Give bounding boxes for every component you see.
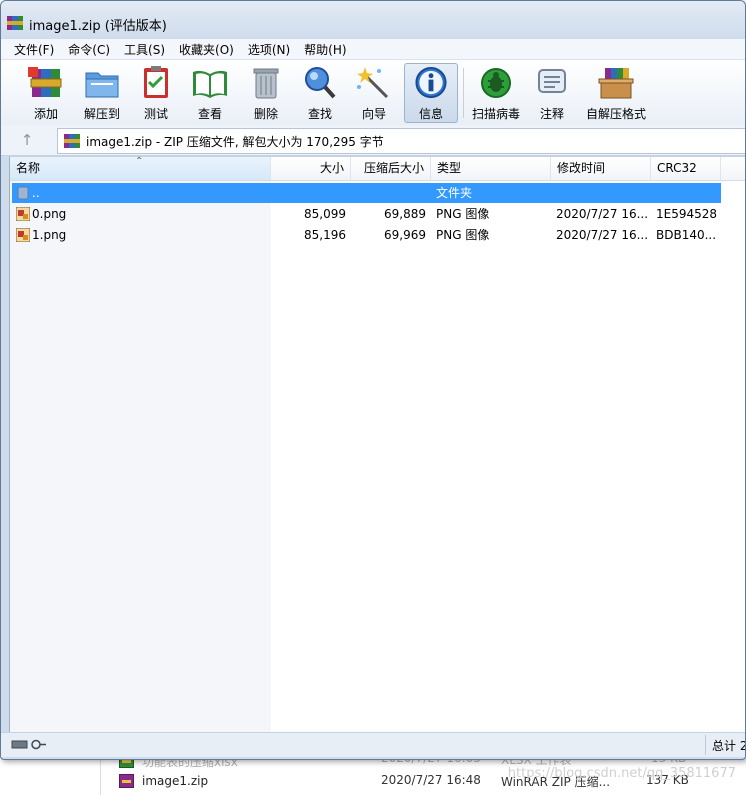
column-header-modified[interactable]: 修改时间 — [551, 157, 651, 180]
status-total: 总计 2 — [712, 739, 746, 753]
sfx-button-label: 自解压格式 — [585, 107, 646, 121]
watermark: https://blog.csdn.net/qq_35811677 — [507, 766, 736, 781]
cell-packed: 69,889 — [384, 207, 426, 221]
column-header-crc[interactable]: CRC32 — [651, 157, 721, 180]
info-icon — [415, 66, 447, 99]
column-header-type[interactable]: 类型 — [431, 157, 551, 180]
cell-size: 85,099 — [304, 207, 346, 221]
cell-type: PNG 图像 — [436, 207, 490, 221]
comment-button[interactable]: 注释 — [531, 63, 573, 123]
cell-modified: 2020/7/27 16... — [556, 207, 649, 221]
find-button[interactable]: 查找 — [299, 63, 341, 123]
menu-commands[interactable]: 命令(C) — [61, 41, 117, 58]
cell-crc: 1E594528 — [656, 207, 718, 221]
open-book-icon — [193, 70, 227, 98]
column-header-packed[interactable]: 压缩后大小 — [351, 157, 431, 180]
drive-key-icon[interactable] — [11, 738, 47, 751]
menu-help[interactable]: 帮助(H) — [297, 41, 353, 58]
menu-bar: 文件(F) 命令(C) 工具(S) 收藏夹(O) 选项(N) 帮助(H) — [1, 39, 745, 59]
list-header: ⌃ 名称 大小 压缩后大小 类型 修改时间 CRC32 — [10, 156, 745, 181]
column-header-size[interactable]: 大小 — [271, 157, 351, 180]
add-button-label: 添加 — [33, 107, 58, 121]
parent-folder-icon — [17, 186, 29, 200]
comment-button-label: 注释 — [539, 107, 564, 121]
cell-modified: 2020/7/27 16... — [556, 228, 649, 242]
column-header-name[interactable]: ⌃ 名称 — [10, 156, 271, 180]
magic-wand-icon — [357, 67, 389, 99]
winrar-app-icon — [7, 16, 23, 30]
sort-ascending-icon: ⌃ — [135, 156, 144, 167]
table-row[interactable]: .. 文件夹 — [12, 183, 721, 203]
extract-to-button[interactable]: 解压到 — [79, 63, 125, 123]
cell-type: 文件夹 — [436, 186, 473, 200]
address-text: image1.zip - ZIP 压缩文件, 解包大小为 170,295 字节 — [86, 134, 384, 149]
winrar-archive-icon — [119, 774, 134, 788]
table-row[interactable]: 1.png 85,196 69,969 PNG 图像 2020/7/27 16.… — [12, 225, 721, 245]
background-file-name: image1.zip — [142, 774, 209, 788]
info-button[interactable]: 信息 — [404, 63, 458, 123]
view-button[interactable]: 查看 — [187, 63, 233, 123]
background-file-date: 2020/7/27 16:48 — [381, 773, 481, 787]
menu-options[interactable]: 选项(N) — [241, 41, 297, 58]
delete-button[interactable]: 删除 — [245, 63, 287, 123]
table-row[interactable]: 0.png 85,099 69,889 PNG 图像 2020/7/27 16.… — [12, 204, 721, 224]
address-bar: ↑ image1.zip - ZIP 压缩文件, 解包大小为 170,295 字… — [1, 125, 745, 156]
address-field[interactable]: image1.zip - ZIP 压缩文件, 解包大小为 170,295 字节 — [57, 128, 745, 154]
name-column-background — [10, 180, 271, 732]
extract-to-button-label: 解压到 — [83, 107, 120, 121]
menu-favorites[interactable]: 收藏夹(O) — [172, 41, 241, 58]
window-title: image1.zip (评估版本) — [29, 19, 167, 34]
cell-size: 85,196 — [304, 228, 346, 242]
cell-name: .. — [32, 186, 40, 200]
sfx-button[interactable]: 自解压格式 — [583, 63, 649, 123]
wizard-button-label: 向导 — [361, 107, 386, 121]
file-list[interactable]: ⌃ 名称 大小 压缩后大小 类型 修改时间 CRC32 .. 文件夹 0.png — [9, 156, 745, 732]
cell-name: 1.png — [32, 228, 67, 242]
background-file-row[interactable]: image1.zip — [119, 771, 208, 791]
virus-scan-button-label: 扫描病毒 — [471, 107, 520, 121]
info-button-label: 信息 — [418, 107, 443, 121]
toolbar-separator — [463, 68, 464, 118]
winrar-books-icon — [28, 67, 62, 97]
sfx-box-icon — [598, 68, 634, 99]
cell-name: 0.png — [32, 207, 67, 221]
column-header-name-label: 名称 — [16, 161, 41, 175]
menu-file[interactable]: 文件(F) — [7, 41, 61, 58]
magnifier-icon — [305, 67, 336, 99]
test-button-label: 测试 — [143, 107, 168, 121]
status-divider — [705, 735, 706, 755]
folder-icon — [85, 72, 119, 98]
delete-button-label: 删除 — [253, 107, 278, 121]
trash-bin-icon — [253, 68, 279, 99]
test-button[interactable]: 测试 — [135, 63, 177, 123]
virus-scan-button[interactable]: 扫描病毒 — [469, 63, 523, 123]
png-image-icon — [16, 228, 30, 242]
zip-archive-icon — [64, 134, 80, 148]
status-bar: 总计 2 — [1, 732, 745, 757]
title-bar[interactable]: image1.zip (评估版本) — [1, 1, 745, 39]
view-button-label: 查看 — [197, 107, 222, 121]
virus-bug-icon — [481, 68, 511, 98]
cell-type: PNG 图像 — [436, 228, 490, 242]
toolbar: 添加 解压到 测试 查看 删除 查找 向导 信息 扫描病毒 注释 自解压格式 — [1, 59, 745, 127]
cell-crc: BDB140... — [656, 228, 717, 242]
winrar-window: image1.zip (评估版本) 文件(F) 命令(C) 工具(S) 收藏夹(… — [0, 0, 746, 760]
menu-tools[interactable]: 工具(S) — [117, 41, 172, 58]
add-button[interactable]: 添加 — [23, 63, 69, 123]
comment-note-icon — [538, 69, 566, 93]
cell-packed: 69,969 — [384, 228, 426, 242]
find-button-label: 查找 — [307, 107, 332, 121]
up-arrow-icon[interactable]: ↑ — [17, 131, 37, 149]
png-image-icon — [16, 207, 30, 221]
wizard-button[interactable]: 向导 — [353, 63, 395, 123]
clipboard-check-icon — [144, 66, 168, 98]
